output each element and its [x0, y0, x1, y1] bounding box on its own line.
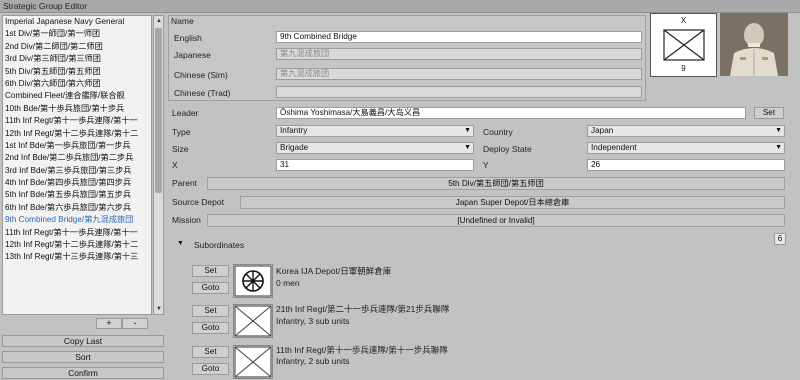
- scroll-thumb[interactable]: [155, 28, 162, 193]
- sub-unit-icon: [233, 264, 273, 298]
- scroll-up-icon[interactable]: ▲: [155, 17, 163, 25]
- list-item[interactable]: 3rd Inf Bde/第三歩兵旅団/第三步兵: [3, 165, 151, 177]
- country-value: Japan: [591, 126, 614, 135]
- deploy-state-dropdown[interactable]: Independent ▼: [587, 142, 785, 154]
- name-header: Name: [171, 16, 194, 26]
- list-item[interactable]: 6th Div/第六師団/第六师团: [3, 78, 151, 90]
- type-value: Infantry: [280, 126, 308, 135]
- english-label: English: [174, 33, 202, 43]
- type-label: Type: [172, 127, 191, 137]
- list-scrollbar[interactable]: ▲ ▼: [153, 15, 164, 315]
- parent-button[interactable]: 5th Div/第五師団/第五师团: [207, 177, 785, 190]
- japanese-label: Japanese: [174, 50, 211, 60]
- sub-goto-button[interactable]: Goto: [192, 363, 229, 375]
- leader-portrait-image: [720, 13, 788, 76]
- source-depot-label: Source Depot: [172, 197, 224, 207]
- list-item[interactable]: 1st Div/第一師団/第一师团: [3, 28, 151, 40]
- list-item[interactable]: 10th Bde/第十歩兵旅団/第十步兵: [3, 103, 151, 115]
- mission-button[interactable]: [Undefined or Invalid]: [207, 214, 785, 227]
- group-list[interactable]: Imperial Japanese Navy General 1st Div/第一…: [2, 15, 152, 315]
- chinese-trad-label: Chinese (Trad): [174, 88, 231, 98]
- sub-unit-name: 21th Inf Regt/第二十一歩兵連隊/第21步兵聯隊: [276, 304, 450, 314]
- sub-unit-detail: Infantry, 2 sub units: [276, 356, 350, 366]
- sort-button[interactable]: Sort: [2, 351, 164, 363]
- sub-goto-button[interactable]: Goto: [192, 322, 229, 334]
- sub-unit-icon: [233, 304, 273, 338]
- y-field[interactable]: 26: [587, 159, 785, 171]
- unit-symbol-box[interactable]: X 9: [650, 13, 717, 77]
- list-item[interactable]: 2nd Div/第二師団/第二师团: [3, 41, 151, 53]
- size-value: Brigade: [280, 143, 309, 152]
- x-field[interactable]: 31: [276, 159, 474, 171]
- size-dropdown[interactable]: Brigade ▼: [276, 142, 474, 154]
- infantry-symbol-icon: [234, 346, 272, 378]
- unit-number: 9: [681, 64, 686, 73]
- window-title: Strategic Group Editor: [0, 0, 800, 13]
- sub-unit-detail: Infantry, 3 sub units: [276, 316, 350, 326]
- sub-set-button[interactable]: Set: [192, 305, 229, 317]
- size-label: Size: [172, 144, 189, 154]
- japanese-name-field[interactable]: 第九混成旅団: [276, 48, 642, 60]
- list-item[interactable]: 13th Inf Regt/第十三歩兵連隊/第十三: [3, 251, 151, 263]
- country-label: Country: [483, 127, 513, 137]
- dropdown-arrow-icon: ▼: [775, 127, 782, 134]
- leader-set-button[interactable]: Set: [754, 107, 784, 119]
- list-item[interactable]: 2nd Inf Bde/第二歩兵旅団/第二步兵: [3, 152, 151, 164]
- list-item[interactable]: 5th Div/第五師団/第五师团: [3, 66, 151, 78]
- list-item[interactable]: 5th Inf Bde/第五歩兵旅団/第五步兵: [3, 189, 151, 201]
- dropdown-arrow-icon: ▼: [775, 144, 782, 151]
- sub-set-button[interactable]: Set: [192, 265, 229, 277]
- country-dropdown[interactable]: Japan ▼: [587, 125, 785, 137]
- mission-label: Mission: [172, 215, 201, 225]
- source-depot-button[interactable]: Japan Super Depot/日本總倉庫: [240, 196, 785, 209]
- list-item[interactable]: 12th Inf Regt/第十二歩兵連隊/第十二: [3, 128, 151, 140]
- list-item[interactable]: 3rd Div/第三師団/第三师团: [3, 53, 151, 65]
- add-item-button[interactable]: +: [96, 318, 122, 329]
- infantry-symbol-icon: [234, 305, 272, 337]
- chinese-sim-label: Chinese (Sim): [174, 70, 228, 80]
- list-item[interactable]: 9th Combined Bridge/第九混成旅団: [3, 214, 151, 226]
- leader-field[interactable]: Ōshima Yoshimasa/大島義昌/大岛义昌: [276, 107, 746, 119]
- subordinates-label: Subordinates: [194, 240, 245, 250]
- sub-unit-detail: 0 men: [276, 278, 300, 288]
- scroll-down-icon[interactable]: ▼: [155, 305, 163, 313]
- list-item[interactable]: Imperial Japanese Navy General: [3, 16, 151, 28]
- chinese-trad-name-field[interactable]: [276, 86, 642, 98]
- parent-label: Parent: [172, 178, 198, 188]
- infantry-symbol-icon: [663, 29, 705, 61]
- chinese-sim-name-field[interactable]: 第九混成旅团: [276, 68, 642, 80]
- sub-goto-button[interactable]: Goto: [192, 282, 229, 294]
- x-label: X: [172, 160, 178, 170]
- sub-set-button[interactable]: Set: [192, 346, 229, 358]
- depot-icon: [234, 265, 272, 297]
- sub-unit-name: 11th Inf Regt/第十一歩兵連隊/第十一步兵聯隊: [276, 345, 448, 355]
- list-item[interactable]: 6th Inf Bde/第六歩兵旅団/第六步兵: [3, 202, 151, 214]
- list-item[interactable]: Combined Fleet/連合艦隊/联合舰: [3, 90, 151, 102]
- dropdown-arrow-icon: ▼: [464, 127, 471, 134]
- list-item[interactable]: 11th Inf Regt/第十一歩兵連隊/第十一: [3, 227, 151, 239]
- list-item[interactable]: 11th Inf Regt/第十一歩兵連隊/第十一: [3, 115, 151, 127]
- type-dropdown[interactable]: Infantry ▼: [276, 125, 474, 137]
- subordinates-count: 6: [774, 233, 786, 245]
- dropdown-arrow-icon: ▼: [464, 144, 471, 151]
- remove-item-button[interactable]: -: [122, 318, 148, 329]
- y-label: Y: [483, 160, 489, 170]
- copy-last-button[interactable]: Copy Last: [2, 335, 164, 347]
- leader-label: Leader: [172, 108, 199, 118]
- list-item[interactable]: 4th Inf Bde/第四歩兵旅団/第四步兵: [3, 177, 151, 189]
- deploy-state-label: Deploy State: [483, 144, 532, 154]
- confirm-button[interactable]: Confirm: [2, 367, 164, 379]
- collapse-triangle-icon[interactable]: ▼: [177, 240, 184, 247]
- sub-unit-icon: [233, 345, 273, 379]
- english-name-field[interactable]: 9th Combined Bridge: [276, 31, 642, 43]
- sub-unit-name: Korea IJA Depot/日軍朝鮮倉庫: [276, 266, 392, 276]
- deploy-state-value: Independent: [591, 143, 637, 152]
- leader-portrait: [720, 13, 788, 76]
- list-item[interactable]: 1st Inf Bde/第一歩兵旅団/第一步兵: [3, 140, 151, 152]
- list-item[interactable]: 12th Inf Regt/第十二歩兵連隊/第十二: [3, 239, 151, 251]
- unit-size-marker: X: [680, 16, 687, 25]
